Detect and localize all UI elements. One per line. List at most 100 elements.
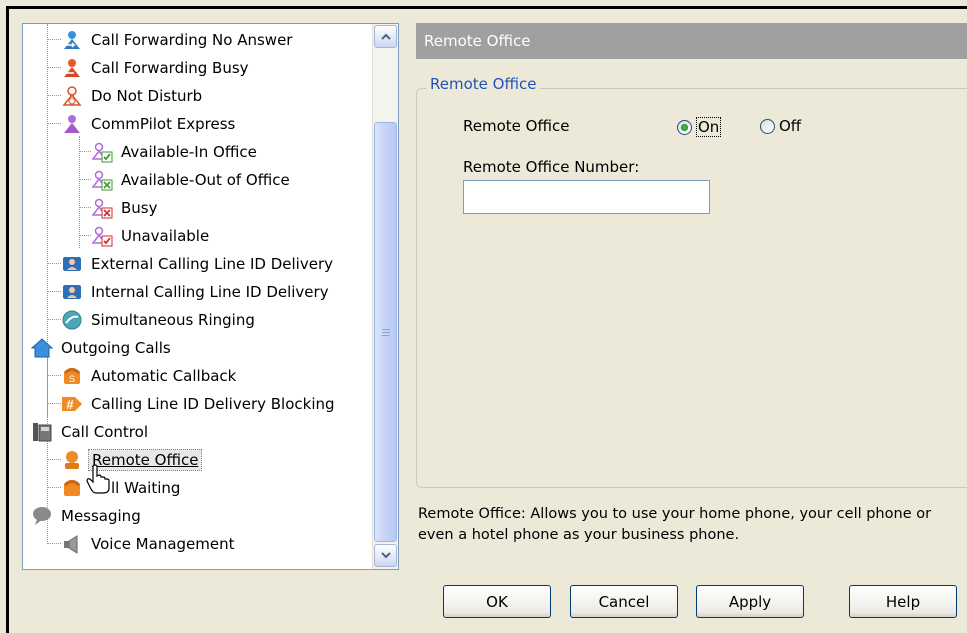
speaker-icon xyxy=(61,533,83,555)
svg-text:#: # xyxy=(66,397,74,412)
tree-item-call-forwarding-busy[interactable]: Call Forwarding Busy xyxy=(61,56,252,80)
tree-line xyxy=(47,291,61,292)
phone-icon xyxy=(31,421,53,443)
tree-item-label: Call Control xyxy=(61,423,148,441)
apply-button[interactable]: Apply xyxy=(696,585,804,618)
tree-item-label: External Calling Line ID Delivery xyxy=(91,255,333,273)
remote-office-group xyxy=(416,88,967,488)
dialog-background: Call Forwarding No Answer Call Forwardin… xyxy=(0,0,967,633)
tree-category-messaging[interactable]: Messaging xyxy=(31,504,144,528)
tree-line xyxy=(79,207,91,208)
radio-circle[interactable] xyxy=(760,118,775,134)
tree-line xyxy=(47,357,48,417)
tree-line xyxy=(79,151,91,152)
tree-line xyxy=(47,123,61,124)
speech-bubble-icon xyxy=(31,505,53,527)
tree-item-automatic-callback[interactable]: S Automatic Callback xyxy=(61,364,239,388)
tree-item-label: Available-In Office xyxy=(121,143,257,161)
house-arrow-icon xyxy=(31,337,53,359)
chevron-up-icon xyxy=(380,33,391,40)
chevron-down-icon xyxy=(380,552,391,559)
tree-item-label: Outgoing Calls xyxy=(61,339,171,357)
ok-button[interactable]: OK xyxy=(443,585,551,618)
tree-item-calling-line-id-delivery-blocking[interactable]: # Calling Line ID Delivery Blocking xyxy=(61,392,338,416)
automatic-callback-icon: S xyxy=(61,365,83,387)
tree-item-busy[interactable]: Busy xyxy=(91,196,161,220)
tree-item-internal-calling-line-id-delivery[interactable]: Internal Calling Line ID Delivery xyxy=(61,280,332,304)
radio-selected-dot xyxy=(681,123,688,131)
group-title: Remote Office xyxy=(426,75,541,93)
tree-item-simultaneous-ringing[interactable]: Simultaneous Ringing xyxy=(61,308,258,332)
tree-line xyxy=(47,487,61,488)
tree-scrollbar[interactable] xyxy=(372,24,398,569)
tree-line xyxy=(47,543,61,544)
feature-tree: Call Forwarding No Answer Call Forwardin… xyxy=(23,24,373,569)
tree-line xyxy=(47,375,61,376)
feature-tree-panel: Call Forwarding No Answer Call Forwardin… xyxy=(22,23,399,570)
description-text: Remote Office: Allows you to use your ho… xyxy=(418,506,932,543)
remote-office-label: Remote Office xyxy=(463,117,570,135)
radio-off-label: Off xyxy=(779,117,802,135)
tree-item-call-forwarding-no-answer[interactable]: Call Forwarding No Answer xyxy=(61,28,295,52)
busy-icon xyxy=(91,197,113,219)
tree-item-available-in-office[interactable]: Available-In Office xyxy=(91,140,260,164)
tree-item-label: Simultaneous Ringing xyxy=(91,311,255,329)
caller-id-card-icon xyxy=(61,281,83,303)
tree-line xyxy=(47,24,48,544)
tree-line xyxy=(79,235,91,236)
tree-item-label: Available-Out of Office xyxy=(121,171,290,189)
tree-line xyxy=(47,263,61,264)
available-in-office-icon xyxy=(91,141,113,163)
tree-category-call-control[interactable]: Call Control xyxy=(31,420,151,444)
tree-line xyxy=(47,459,61,460)
tree-item-label: CommPilot Express xyxy=(91,115,236,133)
call-forwarding-icon xyxy=(61,29,83,51)
tree-line xyxy=(47,39,61,40)
panel-header: Remote Office xyxy=(416,23,967,59)
tree-item-call-waiting[interactable]: ll Waiting xyxy=(61,476,183,500)
tree-line xyxy=(47,319,61,320)
remote-office-icon xyxy=(61,449,83,471)
tree-item-unavailable[interactable]: Unavailable xyxy=(91,224,212,248)
tree-item-label: Automatic Callback xyxy=(91,367,237,385)
tree-item-external-calling-line-id-delivery[interactable]: External Calling Line ID Delivery xyxy=(61,252,336,276)
caller-id-card-icon xyxy=(61,253,83,275)
tree-item-label: Busy xyxy=(121,199,158,217)
radio-off[interactable]: Off xyxy=(760,117,801,135)
tree-item-label: Do Not Disturb xyxy=(91,87,203,105)
tree-item-remote-office[interactable]: Remote Office xyxy=(61,448,203,472)
tree-item-do-not-disturb[interactable]: Do Not Disturb xyxy=(61,84,205,108)
tree-line xyxy=(79,179,91,180)
scroll-thumb[interactable] xyxy=(374,122,397,542)
cancel-button[interactable]: Cancel xyxy=(570,585,678,618)
tree-line xyxy=(47,95,61,96)
radio-on[interactable]: On xyxy=(677,117,722,137)
grip-icon xyxy=(381,328,390,336)
help-button[interactable]: Help xyxy=(849,585,957,618)
tree-item-voice-management[interactable]: Voice Management xyxy=(61,532,238,556)
scroll-down-button[interactable] xyxy=(374,544,397,567)
tree-line xyxy=(47,67,61,68)
id-blocking-icon: # xyxy=(61,393,83,415)
call-waiting-icon xyxy=(61,477,83,499)
unavailable-icon xyxy=(91,225,113,247)
remote-office-number-input[interactable] xyxy=(463,180,710,214)
scroll-up-button[interactable] xyxy=(374,25,397,48)
tree-item-label: Call Forwarding Busy xyxy=(91,59,249,77)
tree-item-label: Unavailable xyxy=(121,227,210,245)
radio-on-label: On xyxy=(696,117,722,137)
hand-cursor-icon xyxy=(85,464,111,498)
tree-item-commpilot-express[interactable]: CommPilot Express xyxy=(61,112,238,136)
tree-item-label: Calling Line ID Delivery Blocking xyxy=(91,395,335,413)
do-not-disturb-icon xyxy=(61,85,83,107)
remote-office-number-label: Remote Office Number: xyxy=(463,158,640,176)
tree-item-label: ll Waiting xyxy=(111,479,181,497)
tree-category-outgoing-calls[interactable]: Outgoing Calls xyxy=(31,336,174,360)
tree-line xyxy=(79,136,80,248)
tree-item-available-out-of-office[interactable]: Available-Out of Office xyxy=(91,168,293,192)
tree-line xyxy=(47,403,61,404)
available-out-of-office-icon xyxy=(91,169,113,191)
radio-circle[interactable] xyxy=(677,119,692,135)
tree-item-label: Internal Calling Line ID Delivery xyxy=(91,283,329,301)
tree-item-label: Call Forwarding No Answer xyxy=(91,31,293,49)
